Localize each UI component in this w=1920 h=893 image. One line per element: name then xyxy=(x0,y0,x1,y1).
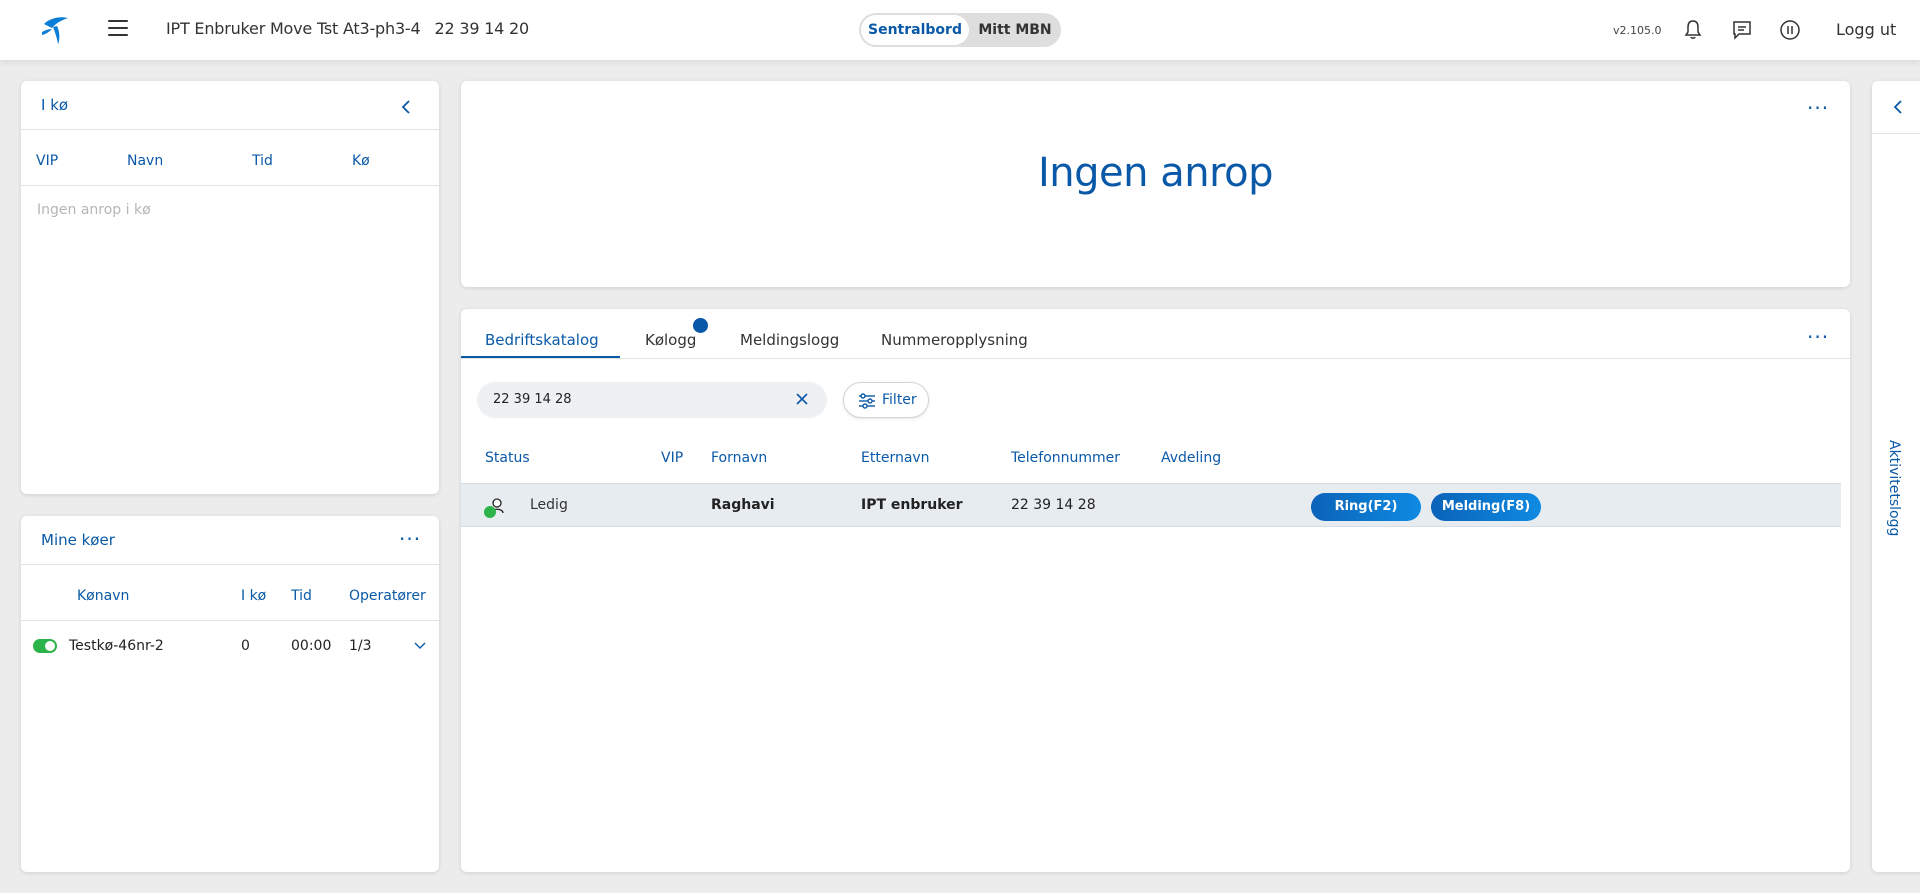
no-calls-message: Ingen anrop xyxy=(1037,150,1274,196)
tab-meldingslogg[interactable]: Meldingslogg xyxy=(740,331,839,349)
divider xyxy=(21,564,439,565)
column-telefonnummer[interactable]: Telefonnummer xyxy=(1011,450,1120,466)
table-row[interactable]: Ledig Raghavi IPT enbruker 22 39 14 28 R… xyxy=(461,483,1841,527)
chevron-left-icon[interactable] xyxy=(1892,99,1904,115)
column-i-ko[interactable]: I kø xyxy=(241,588,266,604)
pause-icon[interactable] xyxy=(1778,18,1802,42)
message-button[interactable]: Melding(F8) xyxy=(1431,493,1541,521)
user-status-icon xyxy=(484,498,504,518)
column-ko[interactable]: Kø xyxy=(352,153,370,169)
user-number: 22 39 14 20 xyxy=(434,19,530,38)
more-options-icon[interactable]: ··· xyxy=(1807,327,1829,347)
search-value[interactable]: 22 39 14 28 xyxy=(493,392,572,407)
tab-nummeropplysning[interactable]: Nummeropplysning xyxy=(881,331,1028,349)
my-queues-panel: Mine køer ··· Kønavn I kø Tid Operatører… xyxy=(21,516,439,872)
divider xyxy=(21,185,439,186)
directory-panel: Bedriftskatalog Kølogg Meldingslogg Numm… xyxy=(461,309,1850,872)
telia-logo[interactable] xyxy=(36,10,74,48)
user-name: IPT Enbruker Move Tst At3-ph3-4 xyxy=(166,19,421,38)
divider xyxy=(461,358,1850,359)
column-navn[interactable]: Navn xyxy=(127,153,163,169)
my-queues-title: Mine køer xyxy=(41,531,115,549)
queue-operators: 1/3 xyxy=(349,638,372,654)
column-operatorer[interactable]: Operatører xyxy=(349,588,426,604)
toggle-sentralbord[interactable]: Sentralbord xyxy=(861,15,969,45)
bell-icon[interactable] xyxy=(1681,18,1705,42)
version-label: v2.105.0 xyxy=(1613,24,1662,37)
divider xyxy=(1872,133,1920,134)
more-options-icon[interactable]: ··· xyxy=(399,529,421,549)
chevron-left-icon[interactable] xyxy=(400,99,412,115)
tab-bedriftskatalog[interactable]: Bedriftskatalog xyxy=(485,331,599,349)
column-avdeling[interactable]: Avdeling xyxy=(1161,450,1221,466)
filter-button[interactable]: Filter xyxy=(843,382,929,418)
column-tid[interactable]: Tid xyxy=(252,153,273,169)
notification-badge xyxy=(693,318,708,333)
ring-button[interactable]: Ring(F2) xyxy=(1311,493,1421,521)
search-input[interactable]: 22 39 14 28 xyxy=(477,382,827,418)
toggle-mitt-mbn[interactable]: Mitt MBN xyxy=(971,15,1059,45)
queue-panel: I kø VIP Navn Tid Kø Ingen anrop i kø xyxy=(21,81,439,494)
column-etternavn[interactable]: Etternavn xyxy=(861,450,930,466)
sliders-icon xyxy=(859,393,875,409)
last-name: IPT enbruker xyxy=(861,497,963,513)
queue-time: 00:00 xyxy=(291,638,332,654)
first-name: Raghavi xyxy=(711,497,775,513)
status-text: Ledig xyxy=(530,497,568,513)
queue-enabled-toggle[interactable] xyxy=(33,639,57,653)
divider xyxy=(21,620,439,621)
divider xyxy=(21,129,439,130)
filter-label: Filter xyxy=(882,392,917,408)
logout-button[interactable]: Logg ut xyxy=(1836,20,1896,39)
menu-icon[interactable] xyxy=(108,20,128,38)
column-tid[interactable]: Tid xyxy=(291,588,312,604)
more-options-icon[interactable]: ··· xyxy=(1807,98,1829,118)
chevron-down-icon[interactable] xyxy=(414,642,426,650)
activity-log-title[interactable]: Aktivitetslogg xyxy=(1886,440,1902,536)
queue-in-queue: 0 xyxy=(241,638,250,654)
column-konavn[interactable]: Kønavn xyxy=(77,588,129,604)
close-icon[interactable] xyxy=(795,392,809,406)
column-vip[interactable]: VIP xyxy=(36,153,58,169)
queue-panel-title: I kø xyxy=(41,96,69,114)
column-fornavn[interactable]: Fornavn xyxy=(711,450,767,466)
call-panel: ··· Ingen anrop xyxy=(461,81,1850,287)
queue-name: Testkø-46nr-2 xyxy=(69,638,164,654)
tab-kologg[interactable]: Kølogg xyxy=(645,331,696,349)
phone-number: 22 39 14 28 xyxy=(1011,497,1096,513)
mode-toggle: Sentralbord Mitt MBN xyxy=(859,13,1061,47)
column-status[interactable]: Status xyxy=(485,450,530,466)
top-bar: IPT Enbruker Move Tst At3-ph3-4 22 39 14 … xyxy=(0,0,1920,60)
user-info: IPT Enbruker Move Tst At3-ph3-4 22 39 14 … xyxy=(166,19,529,38)
queue-empty-message: Ingen anrop i kø xyxy=(37,202,151,218)
chat-icon[interactable] xyxy=(1730,18,1754,42)
column-vip[interactable]: VIP xyxy=(661,450,683,466)
